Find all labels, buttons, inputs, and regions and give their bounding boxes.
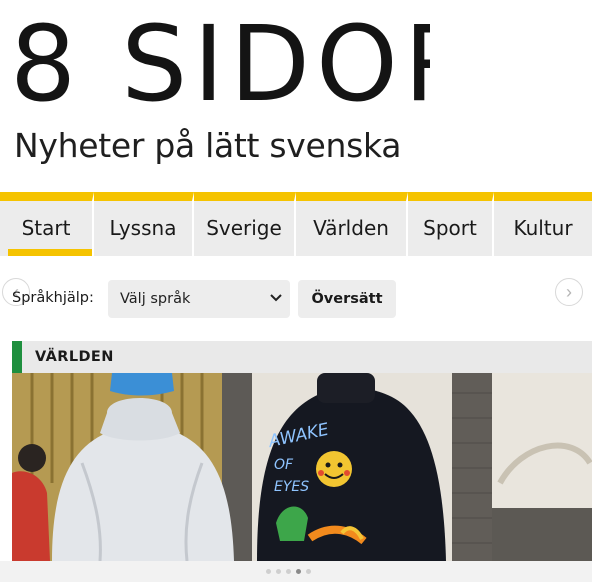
main-navigation: Start Lyssna Sverige Världen Sport Kultu… bbox=[0, 192, 592, 256]
nav-item-label: Start bbox=[21, 215, 71, 240]
nav-item-start[interactable]: Start bbox=[0, 192, 94, 256]
carousel-dot[interactable] bbox=[286, 569, 291, 574]
section-heading[interactable]: VÄRLDEN bbox=[12, 341, 592, 373]
nav-item-kultur[interactable]: Kultur bbox=[494, 192, 592, 256]
logo-graphic: 8 SIDOR bbox=[10, 14, 430, 110]
nav-item-label: Lyssna bbox=[109, 215, 177, 240]
site-tagline: Nyheter på lätt svenska bbox=[14, 126, 402, 165]
article-image[interactable]: AWAKE OF EYES bbox=[12, 373, 592, 561]
nav-item-varlden[interactable]: Världen bbox=[296, 192, 408, 256]
chevron-down-icon bbox=[270, 294, 282, 302]
language-select[interactable]: Välj språk bbox=[108, 280, 290, 318]
language-help-label: Språkhjälp: bbox=[12, 290, 94, 306]
site-logo[interactable]: 8 SIDOR bbox=[10, 14, 430, 110]
language-help-row: ‹ › Språkhjälp: Välj språk Översätt bbox=[0, 278, 592, 320]
translate-button[interactable]: Översätt bbox=[298, 280, 396, 318]
carousel-dot-active[interactable] bbox=[296, 569, 301, 574]
article-photo-graphic: AWAKE OF EYES bbox=[12, 373, 592, 561]
svg-text:OF: OF bbox=[274, 457, 294, 473]
chevron-right-icon: › bbox=[566, 281, 572, 302]
nav-item-lyssna[interactable]: Lyssna bbox=[94, 192, 194, 256]
carousel-pagination bbox=[266, 569, 311, 574]
carousel-next-button[interactable]: › bbox=[555, 278, 583, 306]
nav-item-label: Världen bbox=[313, 215, 389, 240]
logo-text: 8 SIDOR bbox=[10, 14, 430, 110]
nav-item-sverige[interactable]: Sverige bbox=[194, 192, 296, 256]
nav-item-sport[interactable]: Sport bbox=[408, 192, 494, 256]
carousel-dot[interactable] bbox=[306, 569, 311, 574]
carousel-dot[interactable] bbox=[276, 569, 281, 574]
nav-item-label: Sport bbox=[423, 215, 477, 240]
svg-text:EYES: EYES bbox=[274, 479, 309, 495]
carousel-dot[interactable] bbox=[266, 569, 271, 574]
nav-item-label: Kultur bbox=[513, 215, 573, 240]
nav-item-label: Sverige bbox=[206, 215, 282, 240]
language-select-value: Välj språk bbox=[120, 291, 191, 307]
